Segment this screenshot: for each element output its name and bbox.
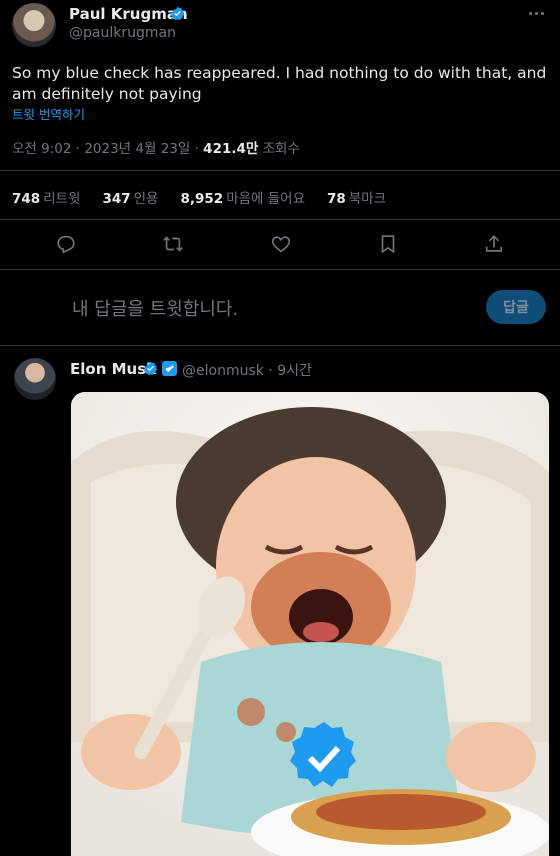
retweets-label: 리트윗	[43, 191, 81, 207]
views-count: 421.4만	[203, 141, 259, 157]
reply-author-avatar[interactable]	[14, 358, 56, 400]
divider	[0, 219, 560, 220]
quotes-stat[interactable]: 347 인용	[102, 187, 158, 207]
bookmarks-count: 78	[327, 191, 346, 207]
crying-toddler-illustration	[71, 392, 549, 856]
tweet-date[interactable]: 2023년 4월 23일	[84, 141, 190, 157]
reply-time[interactable]: 9시간	[277, 363, 312, 379]
likes-label: 마음에 들어요	[226, 191, 305, 207]
retweet-icon[interactable]	[162, 233, 184, 255]
meta-separator: ·	[263, 363, 278, 379]
bookmarks-stat[interactable]: 78 북마크	[327, 187, 386, 207]
reply-input[interactable]: 내 답글을 트윗합니다.	[72, 295, 238, 321]
verified-badge-icon	[170, 6, 185, 21]
tweet-media-image[interactable]	[71, 392, 549, 856]
divider	[0, 345, 560, 346]
quotes-label: 인용	[133, 191, 159, 207]
tweet-meta: 오전 9:02 · 2023년 4월 23일 · 421.4만 조회수	[12, 137, 300, 157]
quotes-count: 347	[102, 191, 131, 207]
views-label: 조회수	[258, 141, 300, 157]
share-icon[interactable]	[483, 233, 505, 255]
verified-badge-icon	[143, 361, 158, 376]
like-icon[interactable]	[270, 233, 292, 255]
likes-stat[interactable]: 8,952 마음에 들어요	[180, 187, 305, 207]
tweet-stats: 748 리트윗 347 인용 8,952 마음에 들어요 78 북마크	[12, 187, 386, 207]
divider	[0, 269, 560, 270]
translate-tweet-link[interactable]: 트윗 번역하기	[12, 104, 85, 123]
tweet-time[interactable]: 오전 9:02	[12, 141, 71, 157]
bookmarks-label: 북마크	[348, 191, 387, 207]
reply-icon[interactable]	[55, 233, 77, 255]
author-handle[interactable]: @paulkrugman	[69, 25, 176, 41]
reply-author-handle[interactable]: @elonmusk	[182, 363, 264, 379]
retweets-count: 748	[12, 191, 41, 207]
reply-author-handle-time: @elonmusk · 9시간	[182, 360, 312, 380]
reply-button[interactable]: 답글	[486, 290, 546, 324]
divider	[0, 170, 560, 171]
likes-count: 8,952	[180, 191, 224, 207]
tweet-text: So my blue check has reappeared. I had n…	[12, 64, 547, 103]
author-avatar[interactable]	[12, 3, 56, 47]
bookmark-icon[interactable]	[377, 233, 399, 255]
affiliate-badge-icon	[162, 361, 177, 376]
meta-separator: ·	[71, 141, 85, 157]
more-options-icon[interactable]	[525, 6, 547, 20]
retweets-stat[interactable]: 748 리트윗	[12, 187, 80, 207]
meta-separator: ·	[190, 141, 204, 157]
